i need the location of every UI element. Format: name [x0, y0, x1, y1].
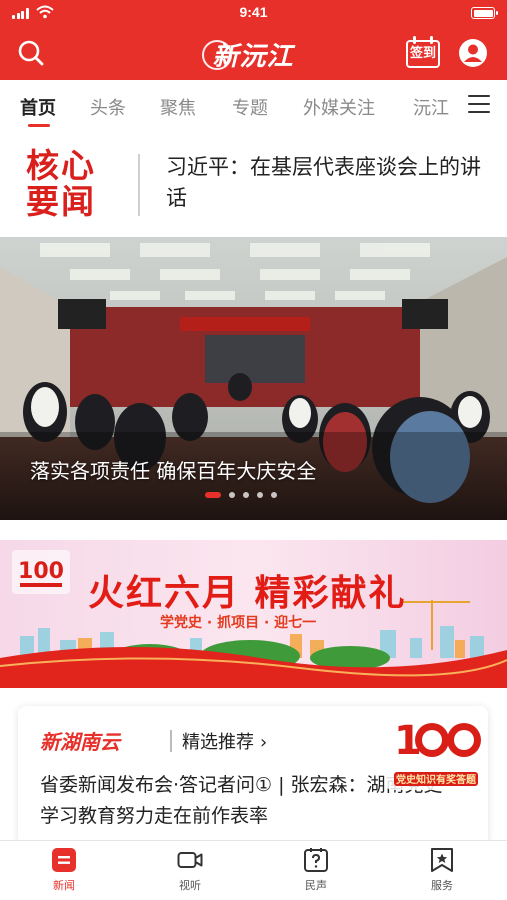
nav-video[interactable]: 视听: [150, 847, 230, 893]
video-camera-icon: [177, 852, 203, 868]
status-time: 9:41: [239, 4, 268, 20]
chevron-right-icon: ›: [260, 732, 268, 753]
tab-focus[interactable]: 聚焦: [160, 94, 196, 120]
carousel-dot[interactable]: [243, 492, 249, 498]
status-bar: 9:41: [0, 0, 507, 26]
logo-mark-icon: [202, 40, 232, 70]
battery-icon: [471, 7, 498, 19]
featured-recommend-link[interactable]: 精选推荐 ›: [182, 728, 267, 754]
party-centenary-icon: 100: [12, 550, 70, 594]
category-tabs: 首页 头条 聚焦 专题 外媒关注 沅江: [0, 80, 507, 132]
core-news-label: 核心 要闻: [26, 146, 96, 221]
nav-public-voice[interactable]: 民声: [276, 847, 356, 893]
tab-topics[interactable]: 专题: [232, 94, 268, 120]
tab-foreign-media[interactable]: 外媒关注: [303, 94, 375, 120]
bottom-nav: 新闻 视听 民声 服务: [0, 840, 507, 900]
tab-yuanjiang[interactable]: 沅江: [413, 94, 449, 120]
menu-icon[interactable]: [468, 95, 490, 115]
carousel-dot[interactable]: [271, 492, 277, 498]
svg-text:100: 100: [18, 559, 64, 584]
card-divider: [170, 730, 172, 752]
carousel-dot[interactable]: [205, 492, 221, 498]
active-tab-indicator: [28, 124, 50, 127]
signin-button[interactable]: 签到: [406, 36, 440, 68]
promo-subtitle: 学党史 · 抓项目 · 迎七一: [160, 615, 317, 631]
carousel-dot[interactable]: [229, 492, 235, 498]
card-brand: 新湖南云: [40, 730, 120, 754]
nav-news[interactable]: 新闻: [24, 847, 104, 893]
carousel-slide[interactable]: 落实各项责任 确保百年大庆安全: [0, 237, 507, 520]
news-icon: [52, 848, 76, 872]
promo-banner[interactable]: 100 火红六月 精彩献礼 学党史 · 抓项目 · 迎七一: [0, 540, 507, 688]
tab-headlines[interactable]: 头条: [90, 94, 126, 120]
app-logo: 新沅江: [198, 34, 308, 74]
promo-title: 火红六月 精彩献礼: [88, 573, 407, 614]
carousel-caption: 落实各项责任 确保百年大庆安全: [30, 459, 317, 483]
party-quiz-badge[interactable]: 1 党史知识有奖答题: [386, 710, 486, 790]
search-icon[interactable]: [16, 38, 46, 68]
carousel-dot[interactable]: [257, 492, 263, 498]
signin-label: 签到: [406, 40, 440, 68]
core-news-headline: 核心 要闻 习近平：在基层代表座谈会上的讲话: [0, 138, 507, 228]
star-bookmark-icon: [431, 848, 453, 872]
app-header: 9:41 新沅江 签到: [0, 0, 507, 80]
badge-caption: 党史知识有奖答题: [396, 773, 477, 786]
question-board-icon: [304, 848, 328, 872]
headline-title[interactable]: 习近平：在基层代表座谈会上的讲话: [166, 152, 496, 214]
user-icon[interactable]: [458, 38, 488, 68]
headline-divider: [138, 154, 140, 216]
tab-home[interactable]: 首页: [20, 94, 56, 120]
nav-services[interactable]: 服务: [402, 847, 482, 893]
